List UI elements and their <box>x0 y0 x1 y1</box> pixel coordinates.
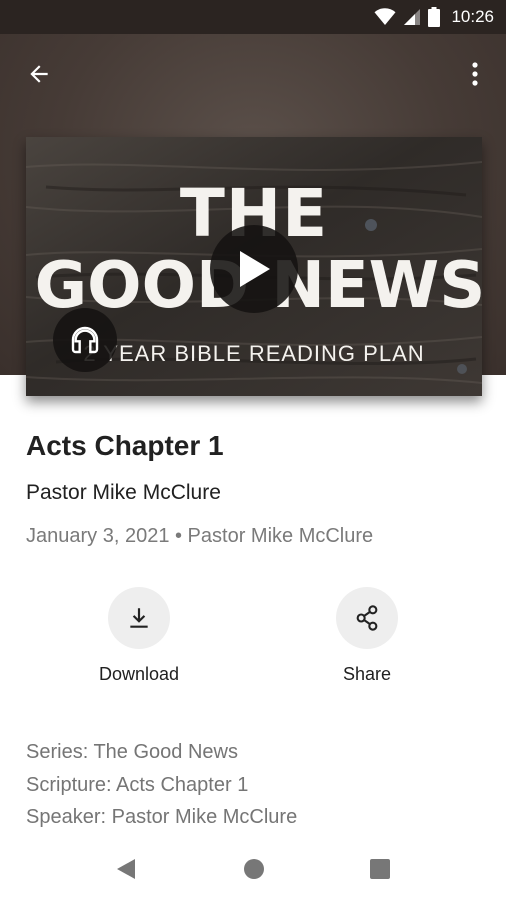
play-video-button[interactable] <box>210 225 298 313</box>
battery-icon <box>428 7 441 27</box>
download-circle[interactable] <box>108 587 170 649</box>
nav-home-icon <box>244 859 264 879</box>
play-audio-button[interactable] <box>53 308 117 372</box>
cellular-signal-icon <box>404 9 421 25</box>
clock: 10:26 <box>451 7 494 26</box>
nav-recents-icon <box>370 859 390 879</box>
nav-recents-button[interactable] <box>366 855 394 883</box>
play-icon <box>240 251 270 287</box>
system-navigation-bar <box>0 838 506 900</box>
series-detail: Series: The Good News <box>26 741 238 763</box>
speaker-detail: Speaker: Pastor Mike McClure <box>26 806 298 828</box>
nav-back-icon <box>117 859 135 879</box>
share-icon <box>356 605 378 631</box>
back-button[interactable] <box>19 54 59 94</box>
share-button[interactable]: Share <box>297 587 437 685</box>
status-bar: 10:26 <box>0 0 506 34</box>
sermon-title: Acts Chapter 1 <box>26 430 224 461</box>
share-label: Share <box>342 664 392 684</box>
sermon-speaker: Pastor Mike McClure <box>26 481 221 504</box>
sermon-details: Series: The Good News Scripture: Acts Ch… <box>26 736 297 834</box>
arrow-back-icon <box>30 65 48 83</box>
status-icons: 10:26 <box>374 5 494 29</box>
download-button[interactable]: Download <box>69 587 209 685</box>
nav-home-button[interactable] <box>240 855 268 883</box>
wifi-icon <box>374 8 396 25</box>
sermon-date-speaker: January 3, 2021 • Pastor Mike McClure <box>26 525 374 547</box>
headphones-icon <box>71 326 99 354</box>
scripture-detail: Scripture: Acts Chapter 1 <box>26 773 249 796</box>
more-vert-icon <box>472 62 478 86</box>
share-circle[interactable] <box>336 587 398 649</box>
nav-back-button[interactable] <box>112 855 140 883</box>
download-label: Download <box>98 664 180 684</box>
download-icon <box>130 608 148 628</box>
overflow-menu-button[interactable] <box>455 54 495 94</box>
